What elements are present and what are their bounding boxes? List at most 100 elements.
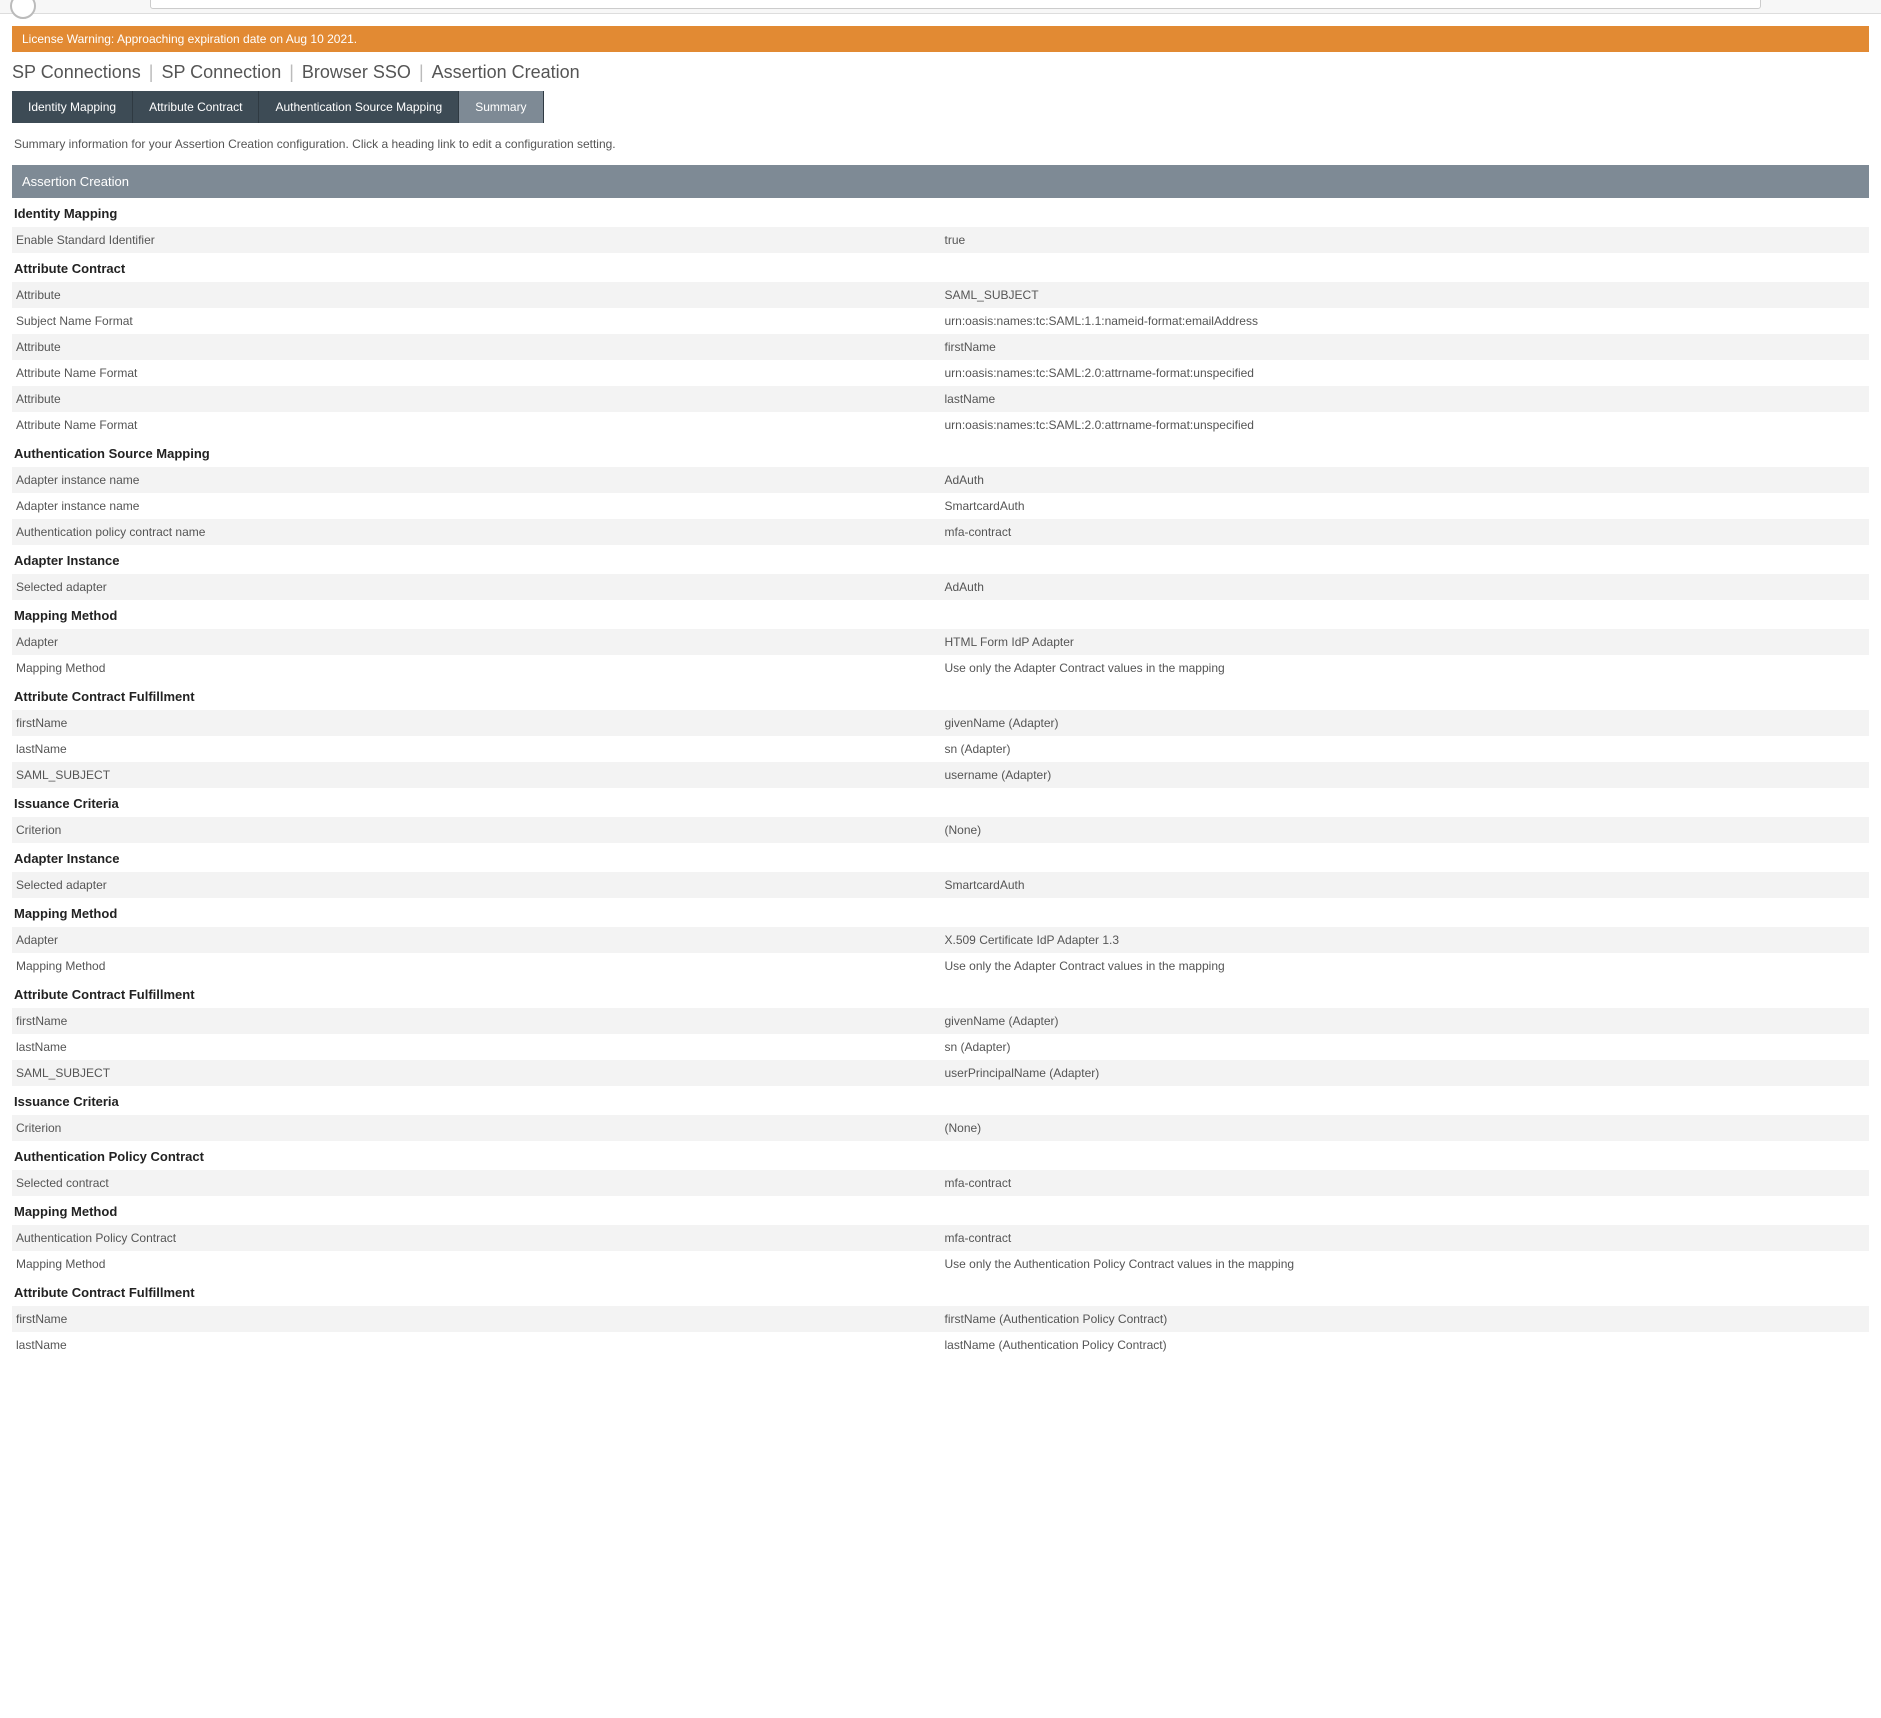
row-value: urn:oasis:names:tc:SAML:2.0:attrname-for… [941,360,1870,386]
row-value: (None) [941,817,1870,843]
table-row: lastNamesn (Adapter) [12,1034,1869,1060]
tab-bar: Identity MappingAttribute ContractAuthen… [12,91,1869,123]
group-heading-link[interactable]: Attribute Contract Fulfillment [12,1277,1869,1306]
group-heading-link[interactable]: Attribute Contract [12,253,1869,282]
table-row: firstNamegivenName (Adapter) [12,1008,1869,1034]
table-row: AdapterHTML Form IdP Adapter [12,629,1869,655]
row-key: Selected contract [12,1170,941,1196]
row-key: Attribute [12,282,941,308]
row-key: Adapter [12,629,941,655]
row-key: lastName [12,1332,941,1358]
table-row: SAML_SUBJECTuserPrincipalName (Adapter) [12,1060,1869,1086]
row-key: firstName [12,1306,941,1332]
row-value: (None) [941,1115,1870,1141]
row-value: true [941,227,1870,253]
row-key: Attribute [12,334,941,360]
kv-table: Selected adapterSmartcardAuth [12,872,1869,898]
row-key: lastName [12,1034,941,1060]
breadcrumb-item[interactable]: Browser SSO [302,62,411,83]
table-row: AttributeSAML_SUBJECT [12,282,1869,308]
table-row: Adapter instance nameSmartcardAuth [12,493,1869,519]
row-key: firstName [12,710,941,736]
row-key: Adapter instance name [12,493,941,519]
row-key: Selected adapter [12,574,941,600]
kv-table: Enable Standard Identifiertrue [12,227,1869,253]
table-row: Selected contractmfa-contract [12,1170,1869,1196]
kv-table: AdapterHTML Form IdP AdapterMapping Meth… [12,629,1869,681]
table-row: Mapping MethodUse only the Adapter Contr… [12,655,1869,681]
row-key: Attribute [12,386,941,412]
breadcrumb-separator: | [149,62,154,83]
browser-url-field[interactable] [150,0,1761,9]
row-value: HTML Form IdP Adapter [941,629,1870,655]
group-heading-link[interactable]: Authentication Source Mapping [12,438,1869,467]
table-row: Attribute Name Formaturn:oasis:names:tc:… [12,412,1869,438]
table-row: Adapter instance nameAdAuth [12,467,1869,493]
row-key: Attribute Name Format [12,412,941,438]
row-key: Criterion [12,1115,941,1141]
kv-table: firstNamegivenName (Adapter)lastNamesn (… [12,710,1869,788]
row-value: Use only the Authentication Policy Contr… [941,1251,1870,1277]
row-value: urn:oasis:names:tc:SAML:2.0:attrname-for… [941,412,1870,438]
tab-attribute-contract[interactable]: Attribute Contract [133,91,259,123]
group-heading-link[interactable]: Adapter Instance [12,545,1869,574]
breadcrumb: SP Connections | SP Connection | Browser SSO… [12,52,1869,91]
row-value: SmartcardAuth [941,872,1870,898]
row-key: Subject Name Format [12,308,941,334]
table-row: firstNamefirstName (Authentication Polic… [12,1306,1869,1332]
browser-chrome [0,0,1881,14]
row-value: username (Adapter) [941,762,1870,788]
row-key: SAML_SUBJECT [12,762,941,788]
row-key: Attribute Name Format [12,360,941,386]
group-heading-link[interactable]: Mapping Method [12,1196,1869,1225]
group-heading-link[interactable]: Attribute Contract Fulfillment [12,979,1869,1008]
breadcrumb-item[interactable]: SP Connections [12,62,141,83]
group-heading-link[interactable]: Mapping Method [12,898,1869,927]
group-heading-link[interactable]: Issuance Criteria [12,788,1869,817]
group-heading-link[interactable]: Issuance Criteria [12,1086,1869,1115]
license-warning-banner: License Warning: Approaching expiration … [12,26,1869,52]
table-row: Enable Standard Identifiertrue [12,227,1869,253]
row-value: AdAuth [941,467,1870,493]
row-key: Adapter [12,927,941,953]
row-key: Selected adapter [12,872,941,898]
breadcrumb-item[interactable]: Assertion Creation [432,62,580,83]
tab-authentication-source-mapping[interactable]: Authentication Source Mapping [259,91,459,123]
table-row: AttributelastName [12,386,1869,412]
row-value: mfa-contract [941,519,1870,545]
table-row: AdapterX.509 Certificate IdP Adapter 1.3 [12,927,1869,953]
table-row: Selected adapterAdAuth [12,574,1869,600]
row-value: lastName (Authentication Policy Contract… [941,1332,1870,1358]
row-value: firstName (Authentication Policy Contrac… [941,1306,1870,1332]
row-value: mfa-contract [941,1225,1870,1251]
row-value: Use only the Adapter Contract values in … [941,953,1870,979]
tab-summary[interactable]: Summary [459,91,543,123]
row-value: urn:oasis:names:tc:SAML:1.1:nameid-forma… [941,308,1870,334]
group-heading-link[interactable]: Mapping Method [12,600,1869,629]
group-heading-link[interactable]: Authentication Policy Contract [12,1141,1869,1170]
summary-intro-text: Summary information for your Assertion C… [12,123,1869,165]
tab-identity-mapping[interactable]: Identity Mapping [12,91,133,123]
breadcrumb-item[interactable]: SP Connection [161,62,281,83]
row-key: Mapping Method [12,1251,941,1277]
group-heading-link[interactable]: Attribute Contract Fulfillment [12,681,1869,710]
row-value: givenName (Adapter) [941,1008,1870,1034]
group-heading-link[interactable]: Identity Mapping [12,198,1869,227]
row-value: mfa-contract [941,1170,1870,1196]
row-value: SAML_SUBJECT [941,282,1870,308]
kv-table: Adapter instance nameAdAuthAdapter insta… [12,467,1869,545]
table-row: firstNamegivenName (Adapter) [12,710,1869,736]
section-header-assertion-creation: Assertion Creation [12,165,1869,198]
row-value: userPrincipalName (Adapter) [941,1060,1870,1086]
table-row: AttributefirstName [12,334,1869,360]
table-row: Criterion(None) [12,817,1869,843]
row-value: sn (Adapter) [941,736,1870,762]
kv-table: Criterion(None) [12,1115,1869,1141]
row-key: Criterion [12,817,941,843]
group-heading-link[interactable]: Adapter Instance [12,843,1869,872]
table-row: Subject Name Formaturn:oasis:names:tc:SA… [12,308,1869,334]
table-row: Attribute Name Formaturn:oasis:names:tc:… [12,360,1869,386]
row-key: Mapping Method [12,655,941,681]
table-row: lastNamelastName (Authentication Policy … [12,1332,1869,1358]
breadcrumb-separator: | [419,62,424,83]
